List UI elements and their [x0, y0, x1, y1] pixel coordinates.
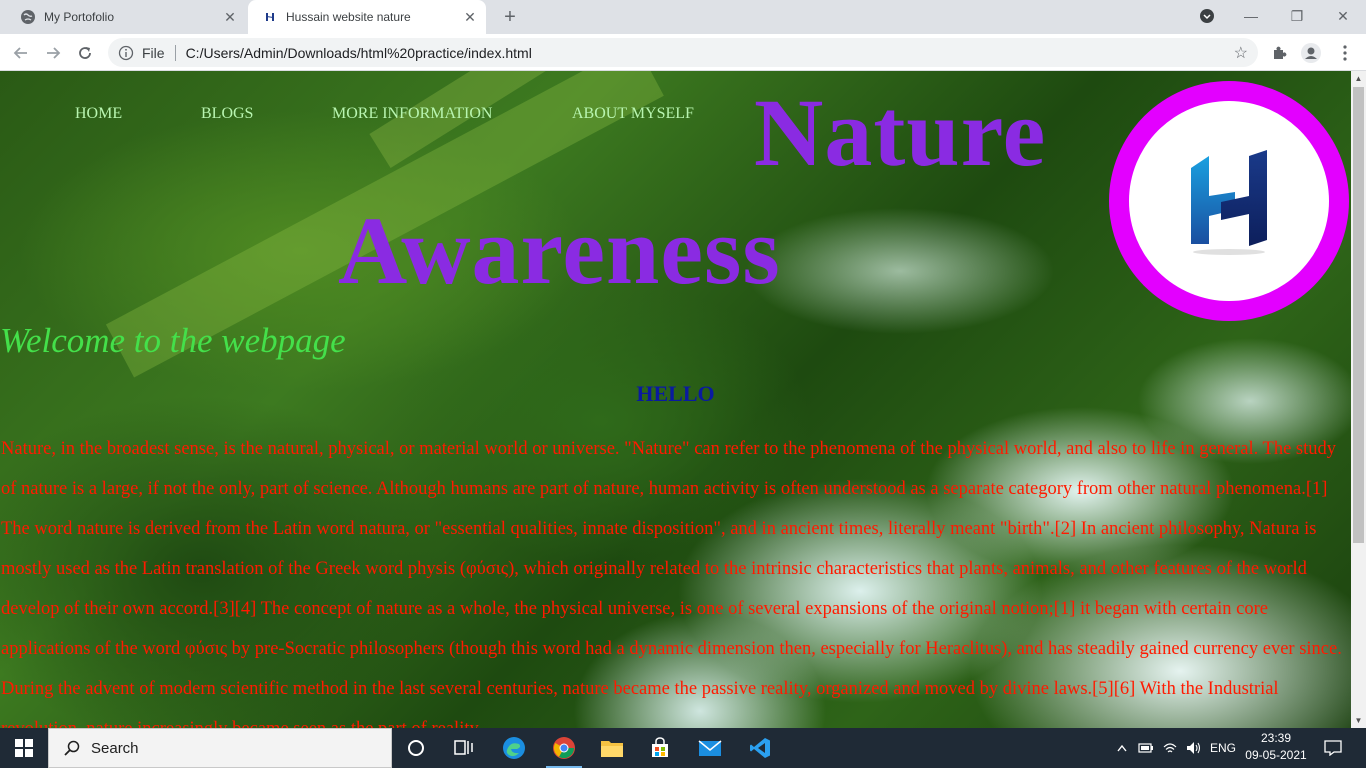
vertical-scrollbar[interactable]: ▲ ▼ — [1351, 71, 1366, 728]
h-logo-icon — [262, 9, 278, 25]
mail-icon[interactable] — [686, 728, 734, 768]
nav-about-myself[interactable]: ABOUT MYSELF — [572, 105, 694, 123]
taskbar-app-slot[interactable] — [786, 728, 830, 768]
tab-strip: My Portofolio ✕ Hussain website nature ✕… — [0, 0, 1366, 34]
bookmark-star-icon[interactable]: ☆ — [1234, 43, 1248, 63]
scroll-down-icon[interactable]: ▼ — [1351, 713, 1366, 728]
extensions-puzzle-icon[interactable] — [1268, 42, 1290, 64]
info-icon[interactable] — [118, 45, 134, 61]
nav-blogs[interactable]: BLOGS — [201, 105, 253, 123]
nav-home[interactable]: HOME — [75, 105, 122, 123]
clock-time: 23:39 — [1260, 731, 1292, 745]
profile-avatar-icon[interactable] — [1300, 42, 1322, 64]
hello-heading: HELLO — [636, 381, 715, 406]
task-view-icon[interactable] — [440, 728, 488, 768]
volume-icon[interactable] — [1184, 728, 1204, 768]
back-button[interactable] — [8, 40, 34, 66]
new-tab-button[interactable]: + — [498, 5, 522, 29]
windows-start-icon[interactable] — [0, 728, 48, 768]
tab-portfolio[interactable]: My Portofolio ✕ — [8, 0, 246, 34]
hero-title-awareness: Awareness — [338, 197, 781, 304]
hero-title-nature: Nature — [754, 79, 1047, 186]
cortana-icon[interactable] — [392, 728, 440, 768]
search-icon — [63, 739, 81, 757]
welcome-heading: Welcome to the webpage — [0, 321, 346, 360]
language-indicator[interactable]: ENG — [1206, 728, 1240, 768]
profile-dropdown-icon[interactable] — [1184, 0, 1230, 32]
forward-button[interactable] — [40, 40, 66, 66]
vscode-icon[interactable] — [736, 728, 784, 768]
h-logo-icon — [1129, 101, 1329, 301]
search-label: Search — [91, 739, 139, 757]
tab-title: My Portofolio — [44, 10, 115, 24]
wifi-icon[interactable] — [1160, 728, 1180, 768]
minimize-button[interactable]: — — [1228, 0, 1274, 32]
nature-paragraph: Nature, in the broadest sense, is the na… — [1, 439, 1342, 728]
scroll-up-icon[interactable]: ▲ — [1351, 71, 1366, 86]
close-window-button[interactable]: ✕ — [1320, 0, 1366, 32]
taskbar-search-box[interactable]: Search — [48, 728, 392, 768]
file-explorer-icon[interactable] — [588, 728, 636, 768]
reload-button[interactable] — [72, 40, 98, 66]
close-tab-icon[interactable]: ✕ — [462, 9, 478, 25]
url-text[interactable]: C:/Users/Admin/Downloads/html%20practice… — [186, 45, 532, 61]
address-bar[interactable]: File C:/Users/Admin/Downloads/html%20pra… — [108, 38, 1258, 67]
system-clock[interactable]: 23:39 09-05-2021 — [1240, 730, 1312, 764]
tab-hussain-website[interactable]: Hussain website nature ✕ — [248, 0, 486, 34]
scroll-thumb[interactable] — [1353, 87, 1364, 543]
scheme-label: File — [142, 44, 165, 61]
globe-icon — [20, 9, 36, 25]
edge-icon[interactable] — [490, 728, 538, 768]
site-logo — [1109, 81, 1349, 321]
divider — [174, 44, 176, 61]
notifications-icon[interactable] — [1318, 728, 1348, 768]
show-hidden-icons-icon[interactable] — [1114, 728, 1130, 768]
battery-icon[interactable] — [1136, 728, 1156, 768]
close-tab-icon[interactable]: ✕ — [222, 9, 238, 25]
browser-toolbar: File C:/Users/Admin/Downloads/html%20pra… — [0, 34, 1366, 71]
menu-kebab-icon[interactable] — [1334, 42, 1356, 64]
tab-title: Hussain website nature — [286, 10, 411, 24]
chrome-icon[interactable] — [540, 728, 588, 768]
store-icon[interactable] — [636, 728, 684, 768]
clock-date: 09-05-2021 — [1245, 748, 1307, 762]
page-viewport: HOME BLOGS MORE INFORMATION ABOUT MYSELF… — [0, 71, 1351, 728]
restore-button[interactable]: ❐ — [1274, 0, 1320, 32]
windows-taskbar: Search ENG 23:39 09-05-2021 — [0, 728, 1366, 768]
nav-more-information[interactable]: MORE INFORMATION — [332, 105, 492, 123]
